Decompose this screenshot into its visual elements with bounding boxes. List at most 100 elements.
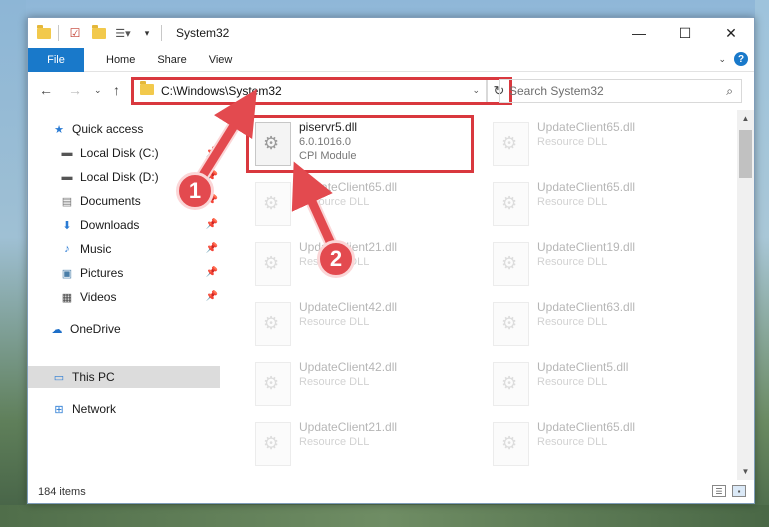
sidebar-item-quick-access[interactable]: ★ Quick access	[28, 118, 220, 140]
expand-ribbon-icon[interactable]: ⌄	[718, 54, 726, 65]
title-bar: ☑ ☰▾ ▾ System32 — ☐ ✕	[28, 18, 754, 48]
file-type: Resource DLL	[299, 436, 370, 448]
file-name: UpdateClient42.dll	[299, 360, 398, 374]
pin-icon: 📌	[205, 291, 218, 302]
scrollbar-thumb[interactable]	[739, 130, 752, 178]
sidebar-item-this-pc[interactable]: ▭ This PC	[28, 366, 220, 388]
vertical-scrollbar[interactable]: ▲ ▼	[737, 110, 754, 480]
dll-file-icon	[255, 422, 291, 466]
large-icons-view-icon[interactable]: ▪	[732, 485, 746, 497]
file-item[interactable]: UpdateClient65.dll Resource DLL	[487, 118, 717, 174]
dll-file-icon	[255, 242, 291, 286]
sidebar-item-pictures[interactable]: ▣ Pictures 📌	[28, 262, 220, 284]
drive-icon: ▬	[61, 171, 73, 183]
download-icon: ⬇	[62, 219, 72, 232]
sidebar-item-label: This PC	[72, 370, 115, 384]
close-button[interactable]: ✕	[708, 18, 754, 48]
file-type: Resource DLL	[537, 376, 608, 388]
up-arrow-icon[interactable]: ↑	[113, 82, 120, 98]
scroll-down-icon[interactable]: ▼	[737, 463, 754, 480]
file-name: UpdateClient63.dll	[537, 300, 636, 314]
sidebar-item-local-disk-c[interactable]: ▬ Local Disk (C:) 📌	[28, 142, 220, 164]
pin-icon: 📌	[205, 267, 218, 278]
customize-toolbar-icon[interactable]: ☰▾	[115, 25, 131, 41]
file-item[interactable]: UpdateClient63.dll Resource DLL	[487, 298, 717, 354]
file-item[interactable]: UpdateClient21.dllResource DLL	[249, 238, 479, 294]
chevron-down-icon[interactable]: ▾	[139, 25, 155, 41]
sidebar-item-onedrive[interactable]: ☁ OneDrive	[28, 318, 220, 340]
sidebar-item-label: Pictures	[80, 266, 124, 280]
file-item[interactable]: UpdateClient42.dll Resource DLL	[249, 298, 479, 354]
ribbon-right-controls: ⌄ ?	[718, 52, 748, 66]
tab-view[interactable]: View	[209, 54, 233, 66]
file-type: Resource DLL	[537, 436, 608, 448]
sidebar-item-label: Music	[80, 242, 112, 256]
file-item[interactable]: UpdateClient21.dll Resource DLL	[249, 418, 479, 474]
dll-file-icon	[493, 182, 529, 226]
sidebar-item-music[interactable]: ♪ Music 📌	[28, 238, 220, 260]
search-icon[interactable]: ⌕	[726, 84, 733, 99]
file-item[interactable]: UpdateClient42.dll Resource DLL	[249, 358, 479, 414]
file-item[interactable]: UpdateClient65.dll Resource DLL	[487, 178, 717, 234]
properties-icon[interactable]: ☑	[67, 25, 83, 41]
file-name: UpdateClient65.dll	[537, 420, 636, 434]
divider	[58, 25, 59, 41]
dll-file-icon	[493, 422, 529, 466]
file-type: Resource DLL	[537, 316, 608, 328]
sidebar-item-label: OneDrive	[70, 322, 121, 336]
drive-icon: ▬	[61, 147, 73, 159]
file-name: UpdateClient21.dll	[299, 420, 398, 434]
sidebar-item-network[interactable]: ⊞ Network	[28, 398, 220, 420]
desktop-background-left	[0, 0, 26, 527]
file-type: Resource DLL	[299, 376, 370, 388]
pin-icon: 📌	[205, 243, 218, 254]
documents-icon: ▤	[61, 195, 73, 208]
tab-file[interactable]: File	[28, 47, 84, 72]
details-view-icon[interactable]: ☰	[712, 485, 726, 497]
help-icon[interactable]: ?	[734, 52, 748, 66]
search-placeholder: Search System32	[509, 84, 604, 98]
file-name: UpdateClient65.dll	[299, 180, 398, 194]
item-count: 184 items	[38, 486, 86, 498]
file-item[interactable]: UpdateClient5.dll Resource DLL	[487, 358, 717, 414]
file-type: Resource DLL	[299, 316, 370, 328]
desktop-background-right	[755, 0, 769, 527]
music-icon: ♪	[64, 243, 70, 255]
dll-file-icon	[493, 362, 529, 406]
recent-locations-icon[interactable]: ⌄	[94, 85, 102, 96]
step-callout-2: 2	[317, 240, 355, 278]
file-name: UpdateClient19.dll	[537, 240, 636, 254]
dll-file-icon	[255, 302, 291, 346]
sidebar-item-videos[interactable]: ▦ Videos 📌	[28, 286, 220, 308]
sidebar-item-label: Downloads	[80, 218, 140, 232]
dll-file-icon	[493, 242, 529, 286]
cloud-icon: ☁	[51, 323, 63, 336]
sidebar-item-label: Quick access	[72, 122, 144, 136]
pictures-icon: ▣	[61, 267, 73, 280]
sidebar-item-label: Local Disk (C:)	[80, 146, 159, 160]
address-row: ← → ⌄ ↑ C:\Windows\System32 ⌄ ↻ Search S…	[28, 74, 754, 108]
folder-icon[interactable]	[36, 24, 52, 41]
navigation-pane: ★ Quick access ▬ Local Disk (C:) 📌 ▬ Loc…	[28, 110, 220, 480]
file-item[interactable]: UpdateClient19.dll Resource DLL	[487, 238, 717, 294]
new-folder-icon[interactable]	[91, 24, 107, 41]
file-item[interactable]: UpdateClient65.dll Resource DLL	[487, 418, 717, 474]
window-controls: — ☐ ✕	[616, 18, 754, 48]
file-type: Resource DLL	[537, 136, 608, 148]
search-input[interactable]: Search System32 ⌕	[499, 79, 742, 103]
star-icon: ★	[54, 123, 64, 136]
file-item[interactable]: UpdateClient65.dll Resource DLL	[249, 178, 479, 234]
minimize-button[interactable]: —	[616, 18, 662, 48]
tab-home[interactable]: Home	[106, 54, 135, 66]
sidebar-item-downloads[interactable]: ⬇ Downloads 📌	[28, 214, 220, 236]
tab-share[interactable]: Share	[157, 54, 186, 66]
status-bar: 184 items ☰ ▪	[28, 480, 754, 504]
computer-icon: ▭	[53, 371, 65, 384]
file-name: UpdateClient65.dll	[537, 180, 636, 194]
dll-file-icon	[493, 302, 529, 346]
file-type: Resource DLL	[537, 196, 608, 208]
forward-arrow-icon[interactable]: →	[68, 82, 82, 98]
scroll-up-icon[interactable]: ▲	[737, 110, 754, 127]
back-arrow-icon[interactable]: ←	[39, 82, 53, 98]
maximize-button[interactable]: ☐	[662, 18, 708, 48]
